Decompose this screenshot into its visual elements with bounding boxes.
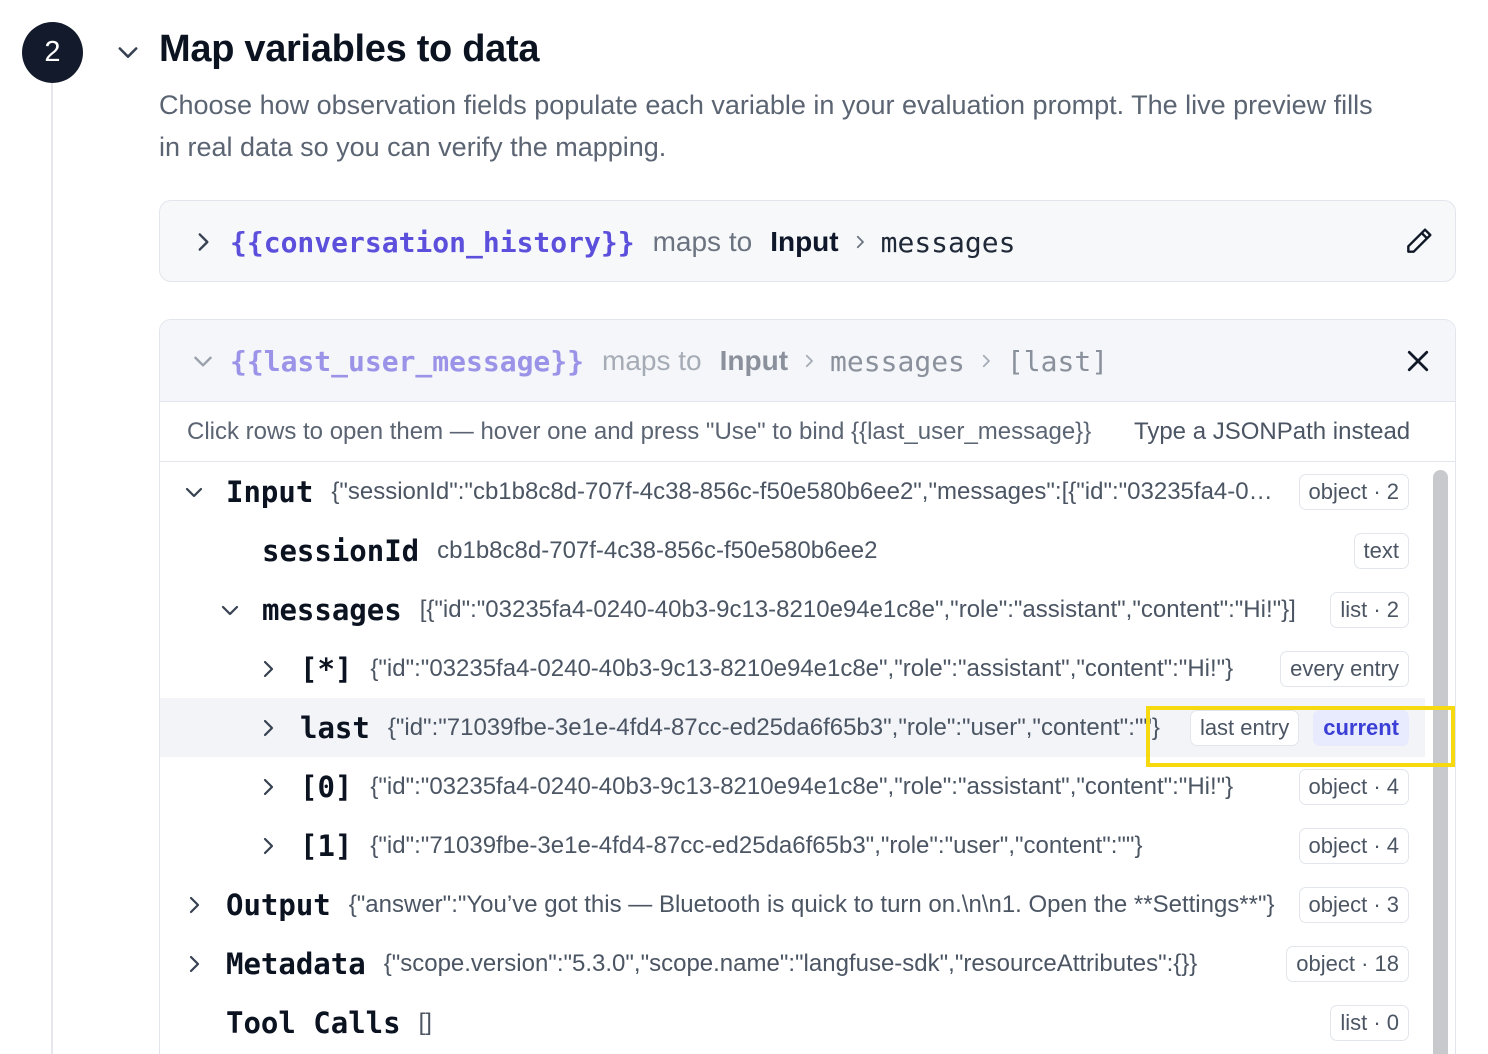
mapping-card-conversation-history[interactable]: {{conversation_history}} maps to Input m… (159, 200, 1456, 282)
chevron-right-icon[interactable] (182, 952, 206, 976)
breadcrumb-chevron-icon (856, 235, 864, 249)
tree-row[interactable]: messages [{"id":"03235fa4-0240-40b3-9c13-… (160, 580, 1425, 639)
variable-token: {{conversation_history}} (230, 225, 635, 259)
tree-row-key: last (300, 710, 370, 745)
mapping-card-last-user-message: {{last_user_message}} maps to Input mess… (159, 319, 1456, 1054)
source-path-segment: messages (880, 225, 1016, 259)
type-badge: list · 2 (1330, 591, 1409, 628)
chevron-right-icon[interactable] (182, 893, 206, 917)
chevron-down-icon[interactable] (190, 348, 216, 374)
highlight-outline (1146, 706, 1455, 767)
chevron-right-icon[interactable] (256, 775, 280, 799)
jsonpath-link[interactable]: Type a JSONPath instead (1134, 418, 1410, 446)
type-badge: object · 3 (1298, 886, 1409, 923)
step-title: Map variables to data (159, 28, 540, 70)
type-badge: object · 4 (1298, 768, 1409, 805)
breadcrumb-chevron-icon (982, 354, 990, 368)
tree-row-key: [*] (300, 651, 353, 686)
tree-row-key: Input (226, 474, 314, 509)
type-badge: object · 2 (1298, 473, 1409, 510)
close-icon[interactable] (1403, 346, 1433, 376)
chevron-right-icon[interactable] (256, 834, 280, 858)
breadcrumb-chevron-icon (805, 354, 813, 368)
step-number-badge: 2 (22, 22, 83, 83)
step-number: 2 (44, 36, 61, 68)
tree-row-key: Tool Calls (226, 1005, 401, 1040)
picker-hint: Click rows to open them — hover one and … (187, 417, 1092, 445)
tree-row-key: Output (226, 887, 331, 922)
tree-row-preview: {"id":"71039fbe-3e1e-4fd4-87cc-ed25da6f6… (387, 713, 1160, 741)
tree-row-preview: {"id":"03235fa4-0240-40b3-9c13-8210e94e1… (370, 654, 1234, 682)
source-path-segment: messages (830, 344, 965, 378)
maps-to-label: maps to (652, 226, 753, 257)
tree-row-key: Metadata (226, 946, 366, 981)
pencil-icon[interactable] (1403, 225, 1435, 257)
picker-hint-bar: Click rows to open them — hover one and … (160, 402, 1455, 462)
tree-row[interactable]: Input {"sessionId":"cb1b8c8d-707f-4c38-85… (160, 462, 1425, 521)
chevron-down-icon[interactable] (218, 598, 242, 622)
type-badge: text (1353, 532, 1409, 569)
tree-row-preview: [{"id":"03235fa4-0240-40b3-9c13-8210e94e… (419, 595, 1296, 623)
tree-row[interactable]: [1] {"id":"71039fbe-3e1e-4fd4-87cc-ed25da… (160, 816, 1425, 875)
tree-row-preview: {"scope.version":"5.3.0","scope.name":"l… (383, 949, 1198, 977)
chevron-down-icon[interactable] (182, 480, 206, 504)
tree-row-preview: {"sessionId":"cb1b8c8d-707f-4c38-856c-f5… (331, 477, 1276, 505)
type-badge: object · 4 (1298, 827, 1409, 864)
mapping-summary[interactable]: {{last_user_message}} maps to Input mess… (160, 320, 1455, 402)
chevron-right-icon[interactable] (256, 657, 280, 681)
source-path-segment: [last] (1006, 344, 1109, 378)
source-root: Input (770, 226, 839, 257)
tree-row[interactable]: Metadata {"scope.version":"5.3.0","scope.… (160, 934, 1425, 993)
tree-row[interactable]: sessionId cb1b8c8d-707f-4c38-856c-f50e580… (160, 521, 1425, 580)
chevron-right-icon[interactable] (256, 716, 280, 740)
type-badge: list · 0 (1330, 1004, 1409, 1041)
step-rail (51, 82, 53, 1054)
mapping-summary[interactable]: {{conversation_history}} maps to Input m… (160, 201, 1455, 283)
chevron-down-icon[interactable] (114, 38, 142, 66)
tree-row-preview: [] (418, 1008, 432, 1036)
tree-row-preview: {"id":"03235fa4-0240-40b3-9c13-8210e94e1… (370, 772, 1234, 800)
tree-row[interactable]: [*] {"id":"03235fa4-0240-40b3-9c13-8210e9… (160, 639, 1425, 698)
tree-row[interactable]: Output {"answer":"You’ve got this — Bluet… (160, 875, 1425, 934)
tree-row-preview: {"id":"71039fbe-3e1e-4fd4-87cc-ed25da6f6… (370, 831, 1143, 859)
chevron-right-icon[interactable] (190, 229, 216, 255)
tree-row-key: messages (262, 592, 402, 627)
tree-row-preview: cb1b8c8d-707f-4c38-856c-f50e580b6ee2 (437, 536, 878, 564)
tree-row-key: [1] (300, 828, 353, 863)
tree-row-key: sessionId (262, 533, 420, 568)
tree-row-key: [0] (300, 769, 353, 804)
type-badge: every entry (1280, 650, 1409, 687)
tree-row-preview: {"answer":"You’ve got this — Bluetooth i… (348, 890, 1275, 918)
step-description: Choose how observation fields populate e… (159, 90, 1373, 162)
maps-to-label: maps to (602, 345, 702, 376)
source-root: Input (719, 345, 789, 376)
mapping-header[interactable]: {{last_user_message}} maps to Input mess… (160, 320, 1455, 402)
tree-row[interactable]: Tool Calls [] list · 0 (160, 993, 1425, 1052)
variable-token: {{last_user_message}} (230, 344, 585, 378)
type-badge: object · 18 (1286, 945, 1409, 982)
